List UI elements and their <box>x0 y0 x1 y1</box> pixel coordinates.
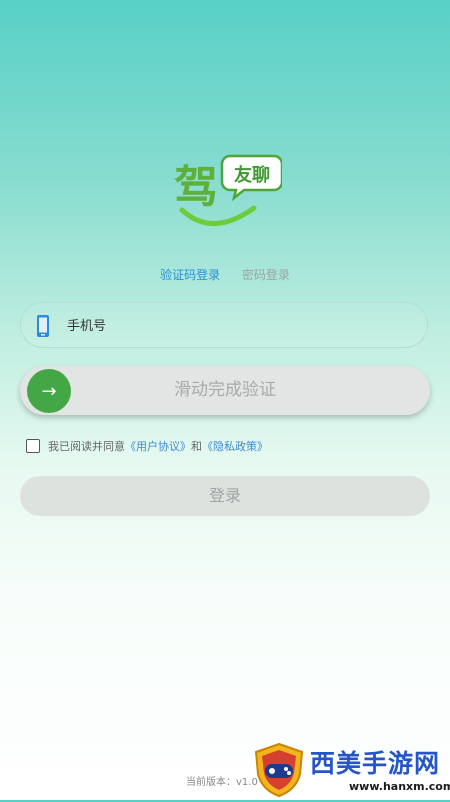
slide-handle[interactable]: → <box>27 369 71 413</box>
phone-field[interactable] <box>20 302 428 349</box>
slide-verify-label: 滑动完成验证 <box>174 380 276 400</box>
watermark-url: www.hanxm.com <box>349 780 450 793</box>
tab-password-login[interactable]: 密码登录 <box>242 266 290 283</box>
privacy-policy-link[interactable]: 《隐私政策》 <box>202 438 268 454</box>
agreement-prefix: 我已阅读并同意 <box>48 440 125 453</box>
arrow-right-icon: → <box>41 380 57 402</box>
logo-badge-text: 友聊 <box>234 164 270 186</box>
phone-icon <box>36 314 50 338</box>
app-logo: 驾 友聊 <box>172 150 282 230</box>
gamepad-shield-icon <box>252 742 306 798</box>
slide-verify[interactable]: 滑动完成验证 → <box>20 366 430 415</box>
watermark-title: 西美手游网 <box>310 749 441 778</box>
agreement-and: 和 <box>191 440 202 453</box>
login-button[interactable]: 登录 <box>20 476 430 516</box>
phone-input[interactable] <box>65 303 409 349</box>
site-watermark: 西美手游网 www.hanxm.com <box>252 740 450 800</box>
logo-main-text: 驾 <box>174 162 218 213</box>
login-tabs: 验证码登录 密码登录 <box>0 266 450 283</box>
version-text: 当前版本：v1.0 <box>186 777 258 788</box>
agreement-row: 我已阅读并同意 《用户协议》 和 《隐私政策》 <box>26 438 268 454</box>
agree-checkbox[interactable] <box>26 439 40 453</box>
user-agreement-link[interactable]: 《用户协议》 <box>125 438 191 454</box>
tab-sms-login[interactable]: 验证码登录 <box>160 266 220 283</box>
